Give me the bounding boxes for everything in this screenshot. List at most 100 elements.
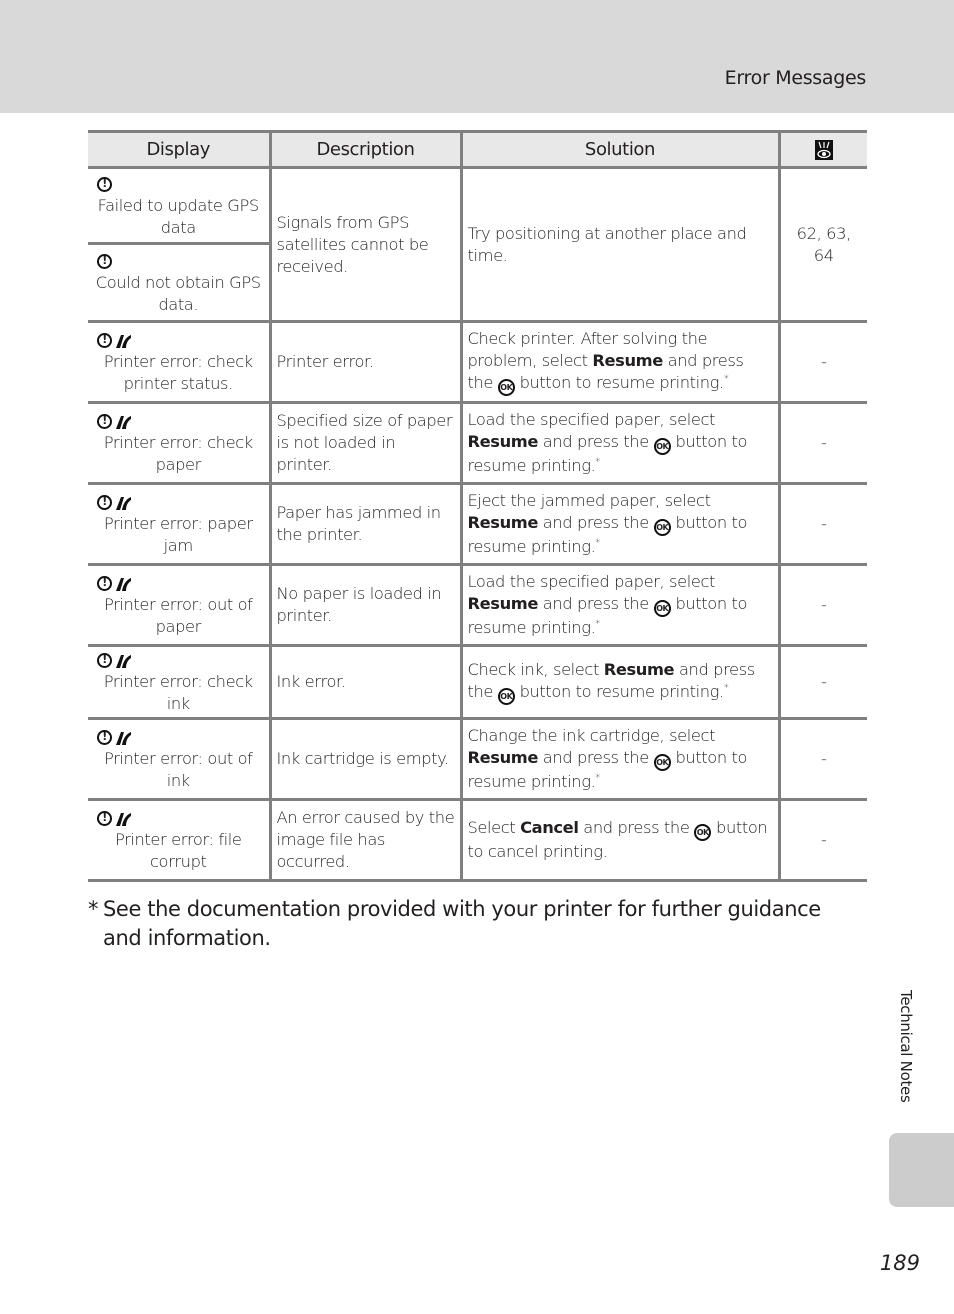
display-cell: Printer error: paper jam bbox=[88, 483, 270, 566]
display-message: Failed to update GPS data bbox=[97, 195, 260, 237]
display-icons bbox=[93, 491, 264, 513]
reference-eye-icon bbox=[814, 139, 833, 160]
printer-icon bbox=[112, 650, 132, 669]
alert-icon bbox=[97, 174, 112, 194]
ok-button-icon: OK bbox=[653, 519, 671, 536]
menu-option-label: Resume bbox=[467, 594, 539, 613]
display-icons bbox=[93, 329, 264, 351]
table-header-row: Display Description Solution bbox=[88, 130, 867, 169]
menu-option-label: Resume bbox=[603, 660, 675, 679]
solution-text: Select bbox=[467, 818, 521, 837]
column-header-description: Description bbox=[268, 130, 461, 169]
solution-text: button to resume printing. bbox=[514, 682, 725, 701]
solution-text: Try positioning at another place and tim… bbox=[467, 223, 747, 265]
menu-option-label: Resume bbox=[467, 513, 539, 532]
footnote-mark: * bbox=[88, 897, 99, 921]
description-cell: Signals from GPS satellites cannot be re… bbox=[268, 167, 461, 323]
header-band bbox=[0, 0, 954, 113]
reference-cell: 62, 63, 64 bbox=[777, 167, 867, 323]
ok-button-icon: OK bbox=[653, 438, 671, 455]
footnote-reference: * bbox=[723, 682, 729, 694]
alert-icon bbox=[97, 808, 112, 828]
solution-cell: Load the specified paper, select Resume … bbox=[459, 564, 779, 647]
solution-text: and press the bbox=[537, 748, 654, 767]
display-icons bbox=[93, 173, 264, 195]
description-cell: Paper has jammed in the printer. bbox=[268, 483, 461, 566]
footnote: * See the documentation provided with yo… bbox=[88, 895, 848, 953]
footnote-reference: * bbox=[595, 772, 600, 784]
table-row: Printer error: paper jam Paper has jammed… bbox=[88, 483, 867, 566]
description-cell: Specified size of paper is not loaded in… bbox=[268, 402, 461, 485]
footnote-reference: * bbox=[595, 456, 600, 468]
printer-icon bbox=[112, 573, 132, 592]
solution-cell: Load the specified paper, select Resume … bbox=[459, 402, 779, 485]
menu-option-label: Resume bbox=[467, 432, 539, 451]
display-icons bbox=[93, 726, 264, 748]
printer-icon bbox=[112, 727, 132, 746]
alert-icon bbox=[97, 727, 112, 747]
footnote-reference: * bbox=[595, 537, 600, 549]
alert-icon bbox=[97, 330, 112, 350]
side-section-label: Technical Notes bbox=[897, 990, 915, 1103]
display-icons bbox=[93, 250, 264, 272]
description-cell: No paper is loaded in printer. bbox=[268, 564, 461, 647]
description-cell: An error caused by the image file has oc… bbox=[268, 799, 461, 882]
footnote-reference: * bbox=[595, 618, 600, 630]
ok-button-icon: OK bbox=[653, 600, 671, 617]
display-message: Printer error: file corrupt bbox=[114, 830, 242, 871]
reference-cell: - bbox=[777, 718, 867, 801]
table-row: Printer error: check printer status. Prin… bbox=[88, 321, 867, 404]
alert-icon bbox=[97, 411, 112, 431]
description-cell: Ink cartridge is empty. bbox=[268, 718, 461, 801]
display-cell: Could not obtain GPS data. bbox=[88, 243, 270, 323]
menu-option-label: Cancel bbox=[520, 818, 579, 837]
printer-icon bbox=[112, 808, 132, 827]
display-cell: Failed to update GPS data bbox=[88, 167, 270, 245]
page-number: 189 bbox=[879, 1251, 920, 1275]
printer-icon bbox=[112, 411, 132, 430]
footnote-reference: * bbox=[723, 373, 729, 385]
display-message: Printer error: paper jam bbox=[103, 514, 253, 555]
solution-text: and press the bbox=[537, 594, 654, 613]
display-icons bbox=[93, 410, 264, 432]
reference-cell: - bbox=[777, 483, 867, 566]
solution-cell: Check printer. After solving the problem… bbox=[459, 321, 779, 404]
reference-cell: - bbox=[777, 402, 867, 485]
display-message: Printer error: check printer status. bbox=[103, 352, 253, 393]
solution-text: and press the bbox=[537, 432, 654, 451]
display-cell: Printer error: check printer status. bbox=[88, 321, 270, 404]
table-row: Failed to update GPS dataSignals from GP… bbox=[88, 167, 867, 323]
column-header-reference bbox=[777, 130, 867, 169]
table-row: Printer error: out of ink Ink cartridge i… bbox=[88, 718, 867, 801]
ok-button-icon: OK bbox=[653, 754, 671, 771]
display-message: Printer error: check paper bbox=[103, 433, 253, 474]
table-row: Printer error: check inkInk error.Check … bbox=[88, 645, 867, 720]
printer-icon bbox=[112, 492, 132, 511]
section-tab[interactable] bbox=[889, 1133, 954, 1207]
table-row: Printer error: file corrupt An error caus… bbox=[88, 799, 867, 882]
display-cell: Printer error: out of paper bbox=[88, 564, 270, 647]
solution-text: Eject the jammed paper, select bbox=[467, 491, 711, 510]
menu-option-label: Resume bbox=[467, 748, 539, 767]
table-row: Printer error: out of paper No paper is l… bbox=[88, 564, 867, 647]
printer-icon bbox=[112, 330, 132, 349]
display-cell: Printer error: file corrupt bbox=[88, 799, 270, 882]
reference-cell: - bbox=[777, 564, 867, 647]
solution-text: Load the specified paper, select bbox=[467, 410, 716, 429]
ok-button-icon: OK bbox=[497, 688, 515, 705]
column-header-solution: Solution bbox=[459, 130, 779, 169]
solution-text: Load the specified paper, select bbox=[467, 572, 716, 591]
display-icons bbox=[93, 649, 264, 671]
display-message: Printer error: out of ink bbox=[103, 749, 253, 790]
description-cell: Ink error. bbox=[268, 645, 461, 720]
column-header-display: Display bbox=[88, 130, 270, 169]
display-icons bbox=[93, 807, 264, 829]
display-message: Printer error: out of paper bbox=[103, 595, 253, 636]
solution-text: Change the ink cartridge, select bbox=[467, 726, 716, 745]
section-title: Error Messages bbox=[724, 67, 867, 89]
display-icons bbox=[93, 572, 264, 594]
display-message: Could not obtain GPS data. bbox=[95, 272, 261, 314]
alert-icon bbox=[97, 251, 112, 271]
solution-text: button to resume printing. bbox=[514, 373, 725, 392]
alert-icon bbox=[97, 492, 112, 512]
